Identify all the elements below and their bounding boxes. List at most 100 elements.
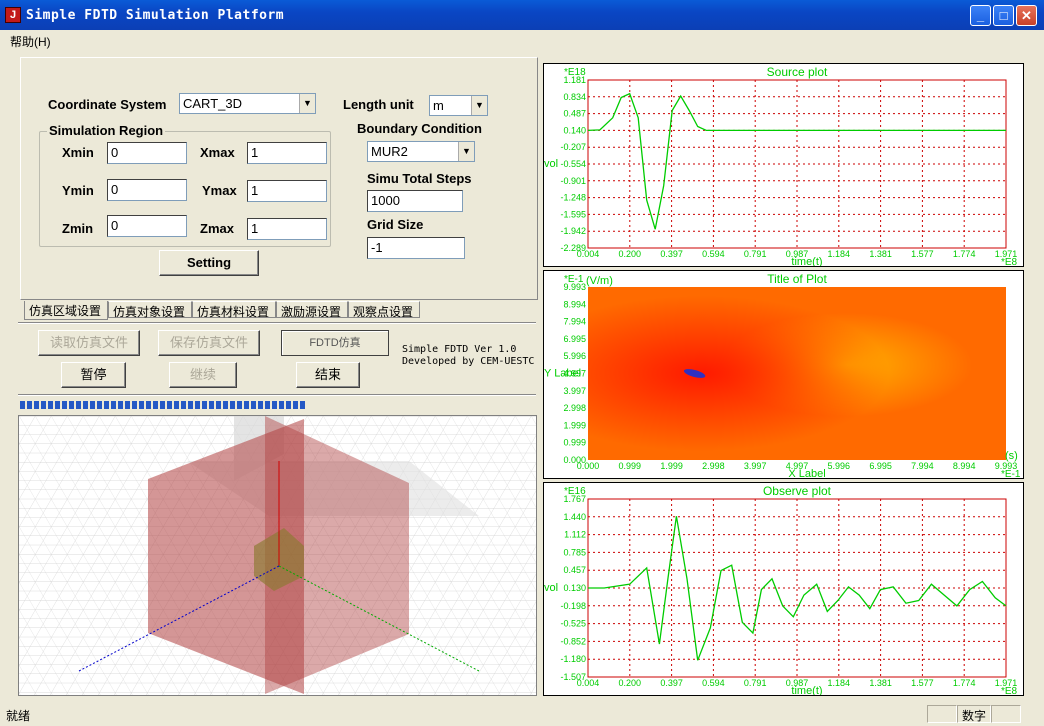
ymin-label: Ymin [62,183,94,198]
resume-button[interactable]: 继续 [169,362,237,388]
maximize-button[interactable]: □ [993,5,1014,26]
total-steps-field[interactable]: 1000 [367,190,463,212]
x-tick-label: 1.577 [911,678,934,688]
progress-segment [279,401,284,409]
simulation-region-label: Simulation Region [47,123,166,138]
tab-source[interactable]: 激励源设置 [276,301,348,319]
progress-segment [265,401,270,409]
progress-segment [160,401,165,409]
x-tick-label: 6.995 [869,461,892,471]
xmin-label: Xmin [62,145,94,160]
tab-observer[interactable]: 观察点设置 [348,301,420,319]
progress-segment [83,401,88,409]
progress-segment [188,401,193,409]
xmin-field[interactable]: 0 [107,142,187,164]
y-exponent-label: *E16 [564,486,586,497]
y-tick-label: 8.994 [563,299,586,309]
progress-segment [27,401,32,409]
y-tick-label: 3.997 [563,386,586,396]
setting-button[interactable]: Setting [159,250,259,276]
zmin-label: Zmin [62,221,94,236]
progress-segment [146,401,151,409]
x-tick-label: 1.184 [828,249,851,259]
settings-panel: Coordinate System CART_3D ▼ Length unit … [20,57,538,300]
chevron-down-icon[interactable]: ▼ [471,96,487,115]
minimize-button[interactable]: _ [970,5,991,26]
progress-segment [251,401,256,409]
close-button[interactable]: ✕ [1016,5,1037,26]
pause-button[interactable]: 暂停 [61,362,126,388]
x-tick-label: 0.000 [577,461,600,471]
y-tick-label: -0.525 [560,619,586,629]
heatmap-hot-region [588,287,1006,460]
x-unit-label: (s) [1005,450,1018,462]
x-axis-label: X Label [788,468,825,478]
progress-segment [62,401,67,409]
coordinate-system-value: CART_3D [183,96,243,111]
x-exponent-label: *E8 [1001,686,1018,695]
chevron-down-icon[interactable]: ▼ [299,94,315,113]
x-tick-label: 7.994 [911,461,934,471]
y-exponent-label: *E18 [564,67,586,78]
observe-plot-canvas: 1.7671.4401.1120.7850.4570.130-0.198-0.5… [544,484,1018,697]
progress-segment [237,401,242,409]
x-tick-label: 1.774 [953,678,976,688]
app-icon[interactable]: J [5,7,21,23]
coordinate-system-select[interactable]: CART_3D ▼ [179,93,316,114]
y-tick-label: 0.130 [563,583,586,593]
save-file-button[interactable]: 保存仿真文件 [158,330,260,356]
y-tick-label: 7.994 [563,317,586,327]
progress-segment [174,401,179,409]
zmax-label: Zmax [200,221,234,236]
zmax-field[interactable]: 1 [247,218,327,240]
y-tick-label: -1.248 [560,193,586,203]
ymin-field[interactable]: 0 [107,179,187,201]
y-tick-label: -0.901 [560,176,586,186]
3d-view[interactable] [18,415,537,696]
x-exponent-label: *E-1 [1001,469,1021,478]
zmin-field[interactable]: 0 [107,215,187,237]
progress-segment [41,401,46,409]
x-axis-label: time(t) [791,685,822,695]
progress-segment [104,401,109,409]
end-button[interactable]: 结束 [296,362,360,388]
x-tick-label: 5.996 [828,461,851,471]
progress-segment [209,401,214,409]
unit-label: (V/m) [586,275,613,287]
total-steps-label: Simu Total Steps [367,171,472,186]
y-axis-label: vol [544,582,558,594]
length-unit-select[interactable]: m ▼ [429,95,488,116]
x-tick-label: 0.594 [702,678,725,688]
tab-region[interactable]: 仿真区域设置 [24,301,108,320]
3d-scene [19,416,536,695]
y-tick-label: 6.995 [563,334,586,344]
plot-title: Title of Plot [767,272,827,286]
y-tick-label: 0.834 [563,92,586,102]
fdtd-simulate-button[interactable]: FDTD仿真 [281,330,389,356]
boundary-condition-select[interactable]: MUR2 ▼ [367,141,475,162]
progress-segment [76,401,81,409]
progress-segment [55,401,60,409]
read-file-button[interactable]: 读取仿真文件 [38,330,140,356]
field-heatmap-plot[interactable]: 9.993 8.994 7.994 6.995 5.996 4.997 3.997 2.998… [543,270,1024,480]
progress-segment [223,401,228,409]
status-text: 就绪 [6,709,31,723]
ymax-label: Ymax [202,183,237,198]
chevron-down-icon[interactable]: ▼ [458,142,474,161]
plot-title: Observe plot [763,484,832,498]
progress-segment [69,401,74,409]
plot-title: Source plot [767,65,828,79]
progress-segment [34,401,39,409]
grid-size-field[interactable]: -1 [367,237,465,259]
y-tick-label: 5.996 [563,351,586,361]
source-plot[interactable]: 1.181 0.834 0.487 0.140 -0.207 -0.554 -0.901 -1… [543,63,1024,268]
tab-object[interactable]: 仿真对象设置 [108,301,192,319]
menu-help[interactable]: 帮助(H) [10,33,51,50]
coordinate-system-label: Coordinate System [48,97,167,112]
progress-segment [195,401,200,409]
tab-material[interactable]: 仿真材料设置 [192,301,276,319]
window-title: Simple FDTD Simulation Platform [26,8,285,23]
xmax-field[interactable]: 1 [247,142,327,164]
observe-plot[interactable]: 1.767 1.440 1.112 0.785 0.457 0.130 -0.198 -0.5… [543,482,1024,697]
ymax-field[interactable]: 1 [247,180,327,202]
